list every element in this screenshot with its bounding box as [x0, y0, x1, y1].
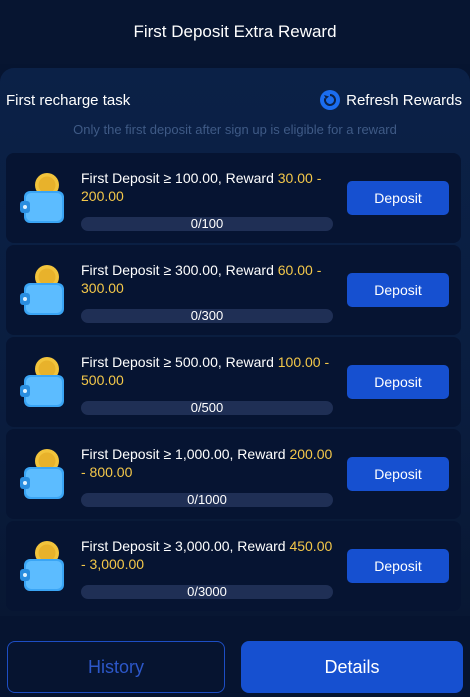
- task-row: First recharge task Refresh Rewards: [6, 90, 462, 110]
- refresh-rewards-button[interactable]: Refresh Rewards: [320, 90, 462, 110]
- wallet-coin-icon: [20, 265, 64, 315]
- deposit-task-card: First Deposit ≥ 300.00, Reward 60.00 - 3…: [6, 245, 461, 335]
- deposit-button[interactable]: Deposit: [347, 457, 449, 491]
- progress-text: 0/300: [190, 308, 224, 323]
- details-button[interactable]: Details: [241, 641, 463, 693]
- deposit-task-card: First Deposit ≥ 100.00, Reward 30.00 - 2…: [6, 153, 461, 243]
- card-requirement: First Deposit ≥ 3,000.00, Reward: [81, 538, 290, 554]
- card-description: First Deposit ≥ 1,000.00, Reward 200.00 …: [81, 445, 333, 481]
- card-requirement: First Deposit ≥ 300.00, Reward: [81, 262, 278, 278]
- card-requirement: First Deposit ≥ 500.00, Reward: [81, 354, 278, 370]
- task-title: First recharge task: [6, 91, 131, 109]
- wallet-coin-icon: [20, 173, 64, 223]
- progress-text: 0/500: [190, 400, 224, 415]
- deposit-button[interactable]: Deposit: [347, 273, 449, 307]
- progress-bar: 0/1000: [81, 493, 333, 507]
- deposit-task-card: First Deposit ≥ 500.00, Reward 100.00 - …: [6, 337, 461, 427]
- progress-bar: 0/500: [81, 401, 333, 415]
- progress-text: 0/100: [190, 216, 224, 231]
- wallet-coin-icon: [20, 357, 64, 407]
- card-requirement: First Deposit ≥ 1,000.00, Reward: [81, 446, 290, 462]
- wallet-coin-icon: [20, 541, 64, 591]
- progress-bar: 0/100: [81, 217, 333, 231]
- deposit-task-card: First Deposit ≥ 3,000.00, Reward 450.00 …: [6, 521, 461, 611]
- refresh-label: Refresh Rewards: [346, 91, 462, 109]
- wallet-coin-icon: [20, 449, 64, 499]
- card-description: First Deposit ≥ 300.00, Reward 60.00 - 3…: [81, 261, 333, 297]
- header: First Deposit Extra Reward: [0, 0, 470, 64]
- deposit-button[interactable]: Deposit: [347, 549, 449, 583]
- progress-text: 0/3000: [187, 584, 227, 599]
- progress-bar: 0/300: [81, 309, 333, 323]
- card-requirement: First Deposit ≥ 100.00, Reward: [81, 170, 278, 186]
- card-description: First Deposit ≥ 100.00, Reward 30.00 - 2…: [81, 169, 333, 205]
- progress-bar: 0/3000: [81, 585, 333, 599]
- progress-text: 0/1000: [187, 492, 227, 507]
- refresh-icon: [320, 90, 341, 110]
- deposit-button[interactable]: Deposit: [347, 365, 449, 399]
- eligibility-note: Only the first deposit after sign up is …: [73, 122, 397, 137]
- card-description: First Deposit ≥ 3,000.00, Reward 450.00 …: [81, 537, 333, 573]
- page-title: First Deposit Extra Reward: [133, 22, 337, 41]
- card-description: First Deposit ≥ 500.00, Reward 100.00 - …: [81, 353, 333, 389]
- footer-actions: History Details: [0, 632, 470, 697]
- deposit-task-card: First Deposit ≥ 1,000.00, Reward 200.00 …: [6, 429, 461, 519]
- deposit-button[interactable]: Deposit: [347, 181, 449, 215]
- history-button[interactable]: History: [7, 641, 225, 693]
